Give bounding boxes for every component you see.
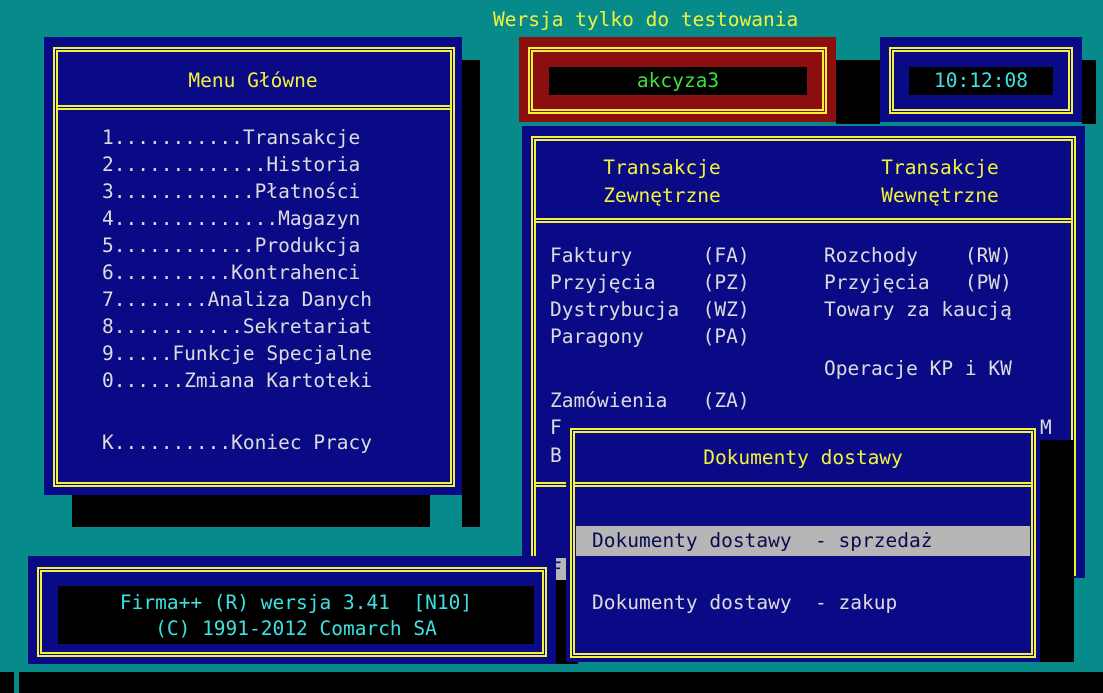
version-window: Firma++ (R) wersja 3.41 [N10] (C) 1991-2…	[28, 556, 556, 664]
menu-item-funkcje-specjalne[interactable]: 9.....Funkcje Specjalne	[102, 342, 372, 366]
doc-zamowienia[interactable]: Zamówienia (ZA)	[550, 389, 750, 413]
menu-item-koniec-pracy[interactable]: K..........Koniec Pracy	[102, 431, 372, 455]
status-bar	[0, 672, 1103, 693]
popup-separator	[575, 482, 1031, 487]
menu-item-magazyn[interactable]: 4..............Magazyn	[102, 207, 360, 231]
external-transactions-subtitle: Zewnętrzne	[603, 184, 721, 207]
external-transactions-title: Transakcje	[603, 156, 721, 179]
menu-item-transakcje[interactable]: 1...........Transakcje	[102, 126, 360, 150]
internal-transactions-subtitle: Wewnętrzne	[881, 184, 999, 207]
main-menu-window: Menu Główne 1...........Transakcje 2....…	[44, 37, 462, 495]
option-delivery-sales[interactable]: Dokumenty dostawy - sprzedaż	[592, 529, 932, 553]
partial-item-right-1[interactable]: M	[1040, 416, 1052, 440]
transactions-separator	[536, 218, 1071, 223]
doc-paragony[interactable]: Paragony (PA)	[550, 325, 750, 349]
doc-przyjecia-pw[interactable]: Przyjęcia (PW)	[824, 271, 1012, 295]
version-line: Firma++ (R) wersja 3.41 [N10]	[119, 591, 473, 614]
main-menu-shadow-right	[462, 60, 480, 527]
menu-item-sekretariat[interactable]: 8...........Sekretariat	[102, 315, 372, 339]
doc-towary-za-kaucja[interactable]: Towary za kaucją	[824, 298, 1012, 322]
menu-item-kontrahenci[interactable]: 6..........Kontrahenci	[102, 261, 360, 285]
database-name: akcyza3	[636, 69, 720, 92]
popup-shadow-right	[1040, 440, 1074, 662]
main-menu-shadow	[72, 495, 430, 527]
doc-faktury[interactable]: Faktury (FA)	[550, 244, 750, 268]
doc-operacje-kp-kw[interactable]: Operacje KP i KW	[824, 357, 1012, 381]
partial-item-left-1[interactable]: F	[550, 416, 562, 440]
menu-item-historia[interactable]: 2.............Historia	[102, 153, 360, 177]
menu-item-analiza-danych[interactable]: 7........Analiza Danych	[102, 288, 372, 312]
main-menu-title: Menu Główne	[188, 69, 318, 92]
internal-transactions-title: Transakcje	[881, 156, 999, 179]
clock-shadow	[1082, 60, 1096, 124]
test-version-banner: Wersja tylko do testowania	[493, 8, 799, 31]
copyright-line: (C) 1991-2012 Comarch SA	[155, 617, 437, 640]
menu-item-platnosci[interactable]: 3............Płatności	[102, 180, 360, 204]
doc-przyjecia-pz[interactable]: Przyjęcia (PZ)	[550, 271, 750, 295]
option-delivery-purchase[interactable]: Dokumenty dostawy - zakup	[592, 591, 897, 615]
delivery-documents-popup: Dokumenty dostawy Dokumenty dostawy - sp…	[566, 424, 1040, 662]
db-shadow	[836, 60, 880, 124]
main-menu-separator	[58, 105, 450, 110]
partial-item-left-2[interactable]: B	[550, 444, 562, 468]
popup-title: Dokumenty dostawy	[703, 446, 903, 469]
doc-dystrybucja[interactable]: Dystrybucja (WZ)	[550, 298, 750, 322]
clock-window: 10:12:08	[880, 37, 1082, 122]
clock-time: 10:12:08	[934, 69, 1028, 92]
database-window: akcyza3	[519, 37, 836, 122]
menu-item-produkcja[interactable]: 5............Produkcja	[102, 234, 360, 258]
doc-rozchody[interactable]: Rozchody (RW)	[824, 244, 1012, 268]
cursor-mark	[14, 660, 19, 693]
menu-item-zmiana-kartoteki[interactable]: 0......Zmiana Kartoteki	[102, 369, 372, 393]
